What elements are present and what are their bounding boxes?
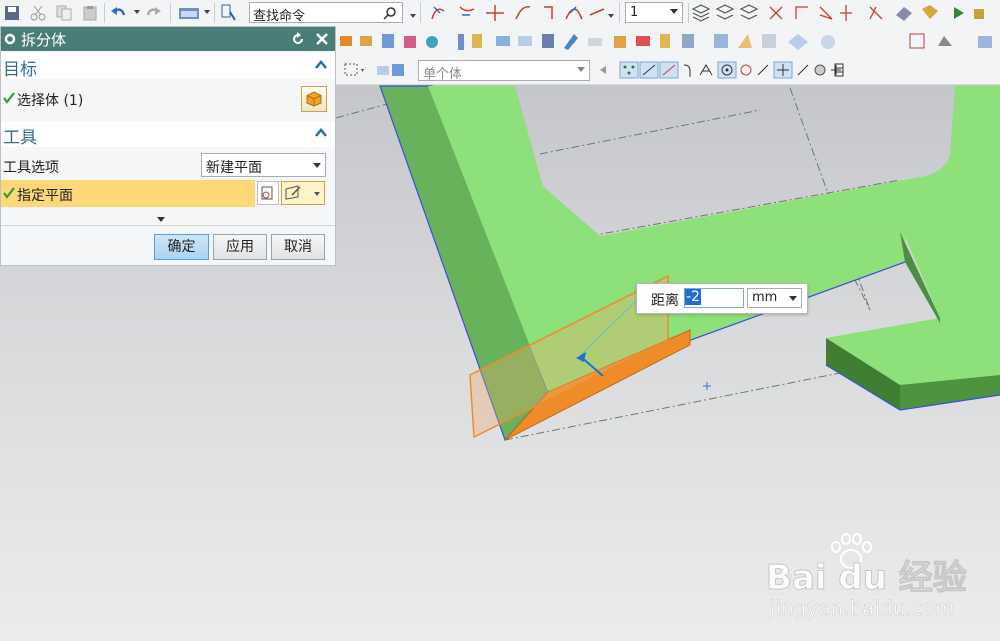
watermark-url: jingyan.baidu.com — [770, 596, 955, 621]
distance-input[interactable]: -2 — [684, 288, 744, 308]
expand-down-icon — [157, 217, 165, 222]
target-section-title: 目标 — [3, 60, 37, 80]
toolbar-row-2 — [336, 26, 1000, 57]
chevron-down-icon — [577, 67, 585, 72]
snap-point-icons[interactable] — [598, 61, 858, 79]
touch-mode-icon[interactable] — [220, 4, 238, 22]
orange-cube-icon — [306, 91, 322, 107]
cancel-button[interactable]: 取消 — [271, 234, 325, 260]
undo-icon[interactable] — [110, 5, 126, 21]
tool-option-value: 新建平面 — [206, 160, 262, 176]
specify-plane-row[interactable]: 指定平面 — [1, 180, 255, 207]
dialog-title-bar[interactable]: 拆分体 — [1, 27, 335, 51]
copy-icon[interactable] — [56, 5, 72, 21]
plane-dialog-button[interactable] — [257, 181, 279, 205]
gear-icon — [4, 33, 16, 45]
selection-scope-select[interactable]: 单个体 — [418, 60, 590, 82]
selection-scope-value: 单个体 — [423, 67, 463, 82]
split-body-dialog: 拆分体 目标 选择体 (1) 工具 工具选项 新建平面 指定平面 确定 应用 取… — [0, 26, 336, 266]
plane-dialog-icon — [261, 186, 273, 200]
target-section-header[interactable]: 目标 — [1, 53, 335, 80]
specify-plane-label: 指定平面 — [17, 188, 73, 204]
checkmark-icon — [3, 92, 15, 104]
search-icon[interactable] — [383, 6, 397, 20]
select-body-button[interactable] — [301, 86, 327, 112]
work-layer-select[interactable]: 1 — [625, 2, 683, 23]
redo-icon[interactable] — [146, 5, 162, 21]
search-dropdown-icon[interactable] — [410, 14, 416, 18]
collapse-up-icon[interactable] — [315, 59, 327, 71]
window-icon[interactable] — [178, 5, 200, 21]
window-dropdown-icon[interactable] — [204, 10, 210, 14]
view-tools-icons[interactable] — [690, 3, 1000, 23]
type-filter-icon[interactable] — [376, 62, 408, 78]
distance-popup: 距离 -2 mm — [636, 283, 808, 314]
cut-icon[interactable] — [30, 5, 46, 21]
selection-type-icon[interactable] — [344, 63, 366, 77]
select-body-row[interactable]: 选择体 (1) — [1, 83, 335, 115]
work-layer-value: 1 — [630, 5, 639, 20]
origin-marker — [703, 382, 711, 390]
curve-more-dropdown-icon[interactable] — [608, 14, 614, 18]
command-search-text: 查找命令 — [253, 9, 306, 24]
chevron-down-icon — [313, 163, 321, 168]
toolbar-row-3: 单个体 — [336, 56, 1000, 85]
save-icon[interactable] — [4, 5, 20, 21]
dialog-title: 拆分体 — [21, 31, 67, 49]
sketch-curve-icons[interactable] — [426, 3, 616, 23]
inferred-plane-button[interactable] — [281, 181, 325, 205]
unit-value: mm — [752, 290, 778, 305]
select-body-label: 选择体 (1) — [17, 93, 84, 109]
chevron-down-icon — [789, 296, 797, 301]
collapse-up-icon[interactable] — [315, 127, 327, 139]
tool-option-row: 工具选项 新建平面 — [1, 151, 335, 179]
chevron-down-icon — [314, 192, 320, 196]
watermark: Bai du 经验 jingyan.baidu.com — [766, 533, 986, 628]
distance-value: -2 — [685, 289, 701, 305]
table-icon[interactable] — [834, 63, 844, 77]
ok-button[interactable]: 确定 — [154, 234, 209, 260]
watermark-brand: Bai du 经验 — [766, 558, 968, 599]
more-options-bar[interactable] — [1, 213, 335, 225]
toolbar-row-1: 查找命令 1 — [0, 0, 1000, 27]
close-icon[interactable] — [315, 32, 329, 46]
undo-dropdown-icon[interactable] — [134, 10, 140, 14]
chevron-down-icon — [670, 9, 678, 14]
checkmark-icon — [3, 187, 15, 199]
feature-tools-icons[interactable] — [338, 32, 998, 52]
command-search-input[interactable]: 查找命令 — [249, 2, 403, 24]
tool-option-label: 工具选项 — [3, 160, 59, 176]
plane-sketch-icon — [285, 185, 301, 200]
tool-section-header[interactable]: 工具 — [1, 121, 335, 148]
paste-icon[interactable] — [82, 5, 98, 21]
unit-select[interactable]: mm — [747, 288, 802, 308]
reset-icon[interactable] — [291, 32, 305, 46]
tool-section-title: 工具 — [3, 128, 37, 148]
distance-label: 距离 — [651, 293, 679, 309]
apply-button[interactable]: 应用 — [213, 234, 267, 260]
tool-option-select[interactable]: 新建平面 — [201, 153, 326, 177]
